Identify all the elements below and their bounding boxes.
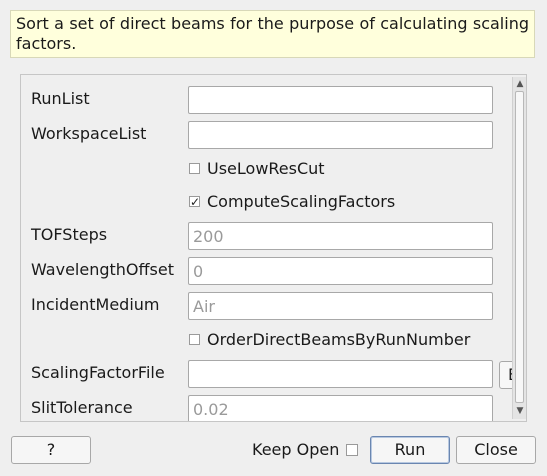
keep-open-toggle[interactable]: Keep Open	[252, 440, 359, 460]
slit-tolerance-input[interactable]	[188, 395, 493, 421]
run-list-input[interactable]	[188, 86, 493, 114]
checkbox-box[interactable]	[189, 333, 200, 345]
scrollbar-thumb[interactable]	[515, 91, 524, 403]
incident-medium-label: IncidentMedium	[31, 295, 160, 314]
scaling-factor-file-label: ScalingFactorFile	[31, 363, 165, 382]
algorithm-description: Sort a set of direct beams for the purpo…	[10, 10, 535, 58]
properties-panel: RunList WorkspaceList UseLowResCut ✓ Com…	[20, 74, 527, 422]
keep-open-checkbox[interactable]	[346, 444, 359, 456]
order-direct-beams-label: OrderDirectBeamsByRunNumber	[207, 329, 471, 349]
scroll-down-icon[interactable]: ▼	[514, 405, 526, 417]
incident-medium-input[interactable]	[188, 292, 493, 320]
slit-tolerance-label: SlitTolerance	[31, 398, 133, 417]
workspace-list-label: WorkspaceList	[31, 124, 147, 143]
keep-open-label: Keep Open	[252, 440, 340, 459]
tof-steps-label: TOFSteps	[31, 225, 108, 244]
wavelength-offset-label: WavelengthOffset	[31, 260, 174, 279]
run-button[interactable]: Run	[370, 436, 450, 464]
vertical-scrollbar[interactable]: ▲ ▼	[512, 77, 526, 419]
scroll-up-icon[interactable]: ▲	[514, 78, 526, 90]
checkbox-box[interactable]	[189, 162, 200, 174]
scaling-factor-file-input[interactable]	[188, 360, 493, 388]
tof-steps-input[interactable]	[188, 222, 493, 250]
compute-scaling-factors-label: ComputeScalingFactors	[207, 191, 396, 211]
close-button[interactable]: Close	[456, 436, 536, 464]
order-direct-beams-checkbox[interactable]: OrderDirectBeamsByRunNumber	[189, 329, 470, 349]
help-button[interactable]: ?	[11, 436, 91, 464]
run-list-label: RunList	[31, 89, 90, 108]
use-low-res-cut-label: UseLowResCut	[207, 158, 325, 178]
use-low-res-cut-checkbox[interactable]: UseLowResCut	[189, 158, 325, 178]
workspace-list-input[interactable]	[188, 121, 493, 149]
compute-scaling-factors-checkbox[interactable]: ✓ ComputeScalingFactors	[189, 191, 395, 211]
wavelength-offset-input[interactable]	[188, 257, 493, 285]
checkmark-icon[interactable]: ✓	[189, 195, 200, 208]
